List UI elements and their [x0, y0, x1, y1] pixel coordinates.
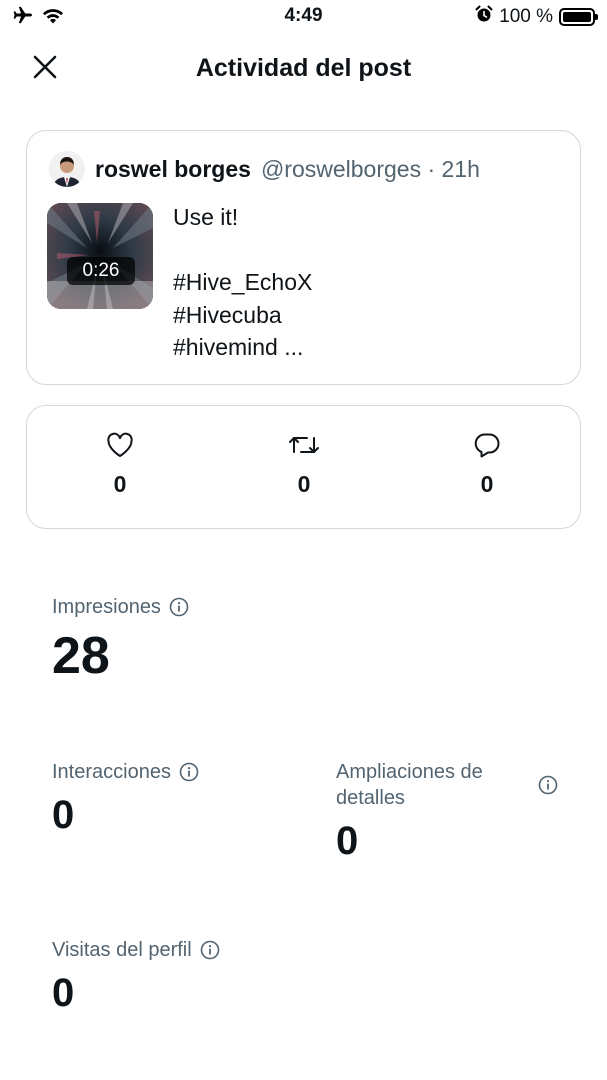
profile-visits-label: Visitas del perfil [52, 939, 192, 961]
expansions-label: Ampliaciones de detalles [336, 761, 483, 809]
repost-icon [288, 432, 320, 463]
expansions-value: 0 [336, 819, 359, 863]
battery-percent: 100 % [499, 6, 553, 27]
interactions-value: 0 [52, 793, 75, 837]
alarm-icon [475, 5, 493, 29]
expansions-stat: Ampliaciones de detalles 0 [336, 759, 558, 865]
post-line: Use it! [173, 204, 239, 230]
interactions-stat: Interacciones 0 [52, 759, 199, 839]
likes-count: 0 [113, 471, 127, 497]
engagement-card: 0 0 0 [26, 405, 581, 529]
info-icon[interactable] [179, 762, 199, 782]
battery-icon [559, 8, 598, 26]
interactions-label: Interacciones [52, 761, 171, 783]
impressions-label: Impresiones [52, 596, 161, 618]
page-title: Actividad del post [195, 54, 412, 82]
hashtag-link[interactable]: #hivemind ... [173, 331, 312, 364]
replies-metric: 0 [447, 432, 527, 498]
heart-icon [106, 432, 134, 463]
info-icon[interactable] [169, 597, 189, 617]
reply-icon [473, 432, 501, 463]
info-icon[interactable] [200, 940, 220, 960]
replies-count: 0 [480, 471, 494, 497]
profile-visits-value: 0 [52, 971, 75, 1015]
post-card[interactable]: roswel borges @roswelborges · 21h 0:26 U… [26, 130, 581, 385]
header: Actividad del post [0, 48, 607, 90]
post-header: roswel borges @roswelborges · 21h [49, 151, 480, 187]
hashtag-link[interactable]: #Hive_EchoX [173, 266, 312, 299]
hashtag-link[interactable]: #Hivecuba [173, 299, 312, 332]
reposts-metric: 0 [264, 432, 344, 498]
video-duration: 0:26 [67, 257, 135, 285]
author-handle-time: @roswelborges · 21h [260, 155, 480, 182]
likes-metric: 0 [80, 432, 160, 498]
profile-visits-stat: Visitas del perfil 0 [52, 937, 220, 1017]
video-thumbnail[interactable]: 0:26 [47, 203, 153, 309]
impressions-value: 28 [52, 627, 110, 685]
post-text: Use it! #Hive_EchoX #Hivecuba #hivemind … [173, 201, 312, 364]
info-icon[interactable] [538, 775, 558, 795]
status-bar: 4:49 100 % [0, 0, 607, 34]
reposts-count: 0 [297, 471, 311, 497]
post-line [173, 234, 312, 267]
author-name[interactable]: roswel borges [95, 156, 251, 183]
impressions-stat: Impresiones 28 [52, 594, 189, 686]
avatar[interactable] [49, 151, 85, 187]
